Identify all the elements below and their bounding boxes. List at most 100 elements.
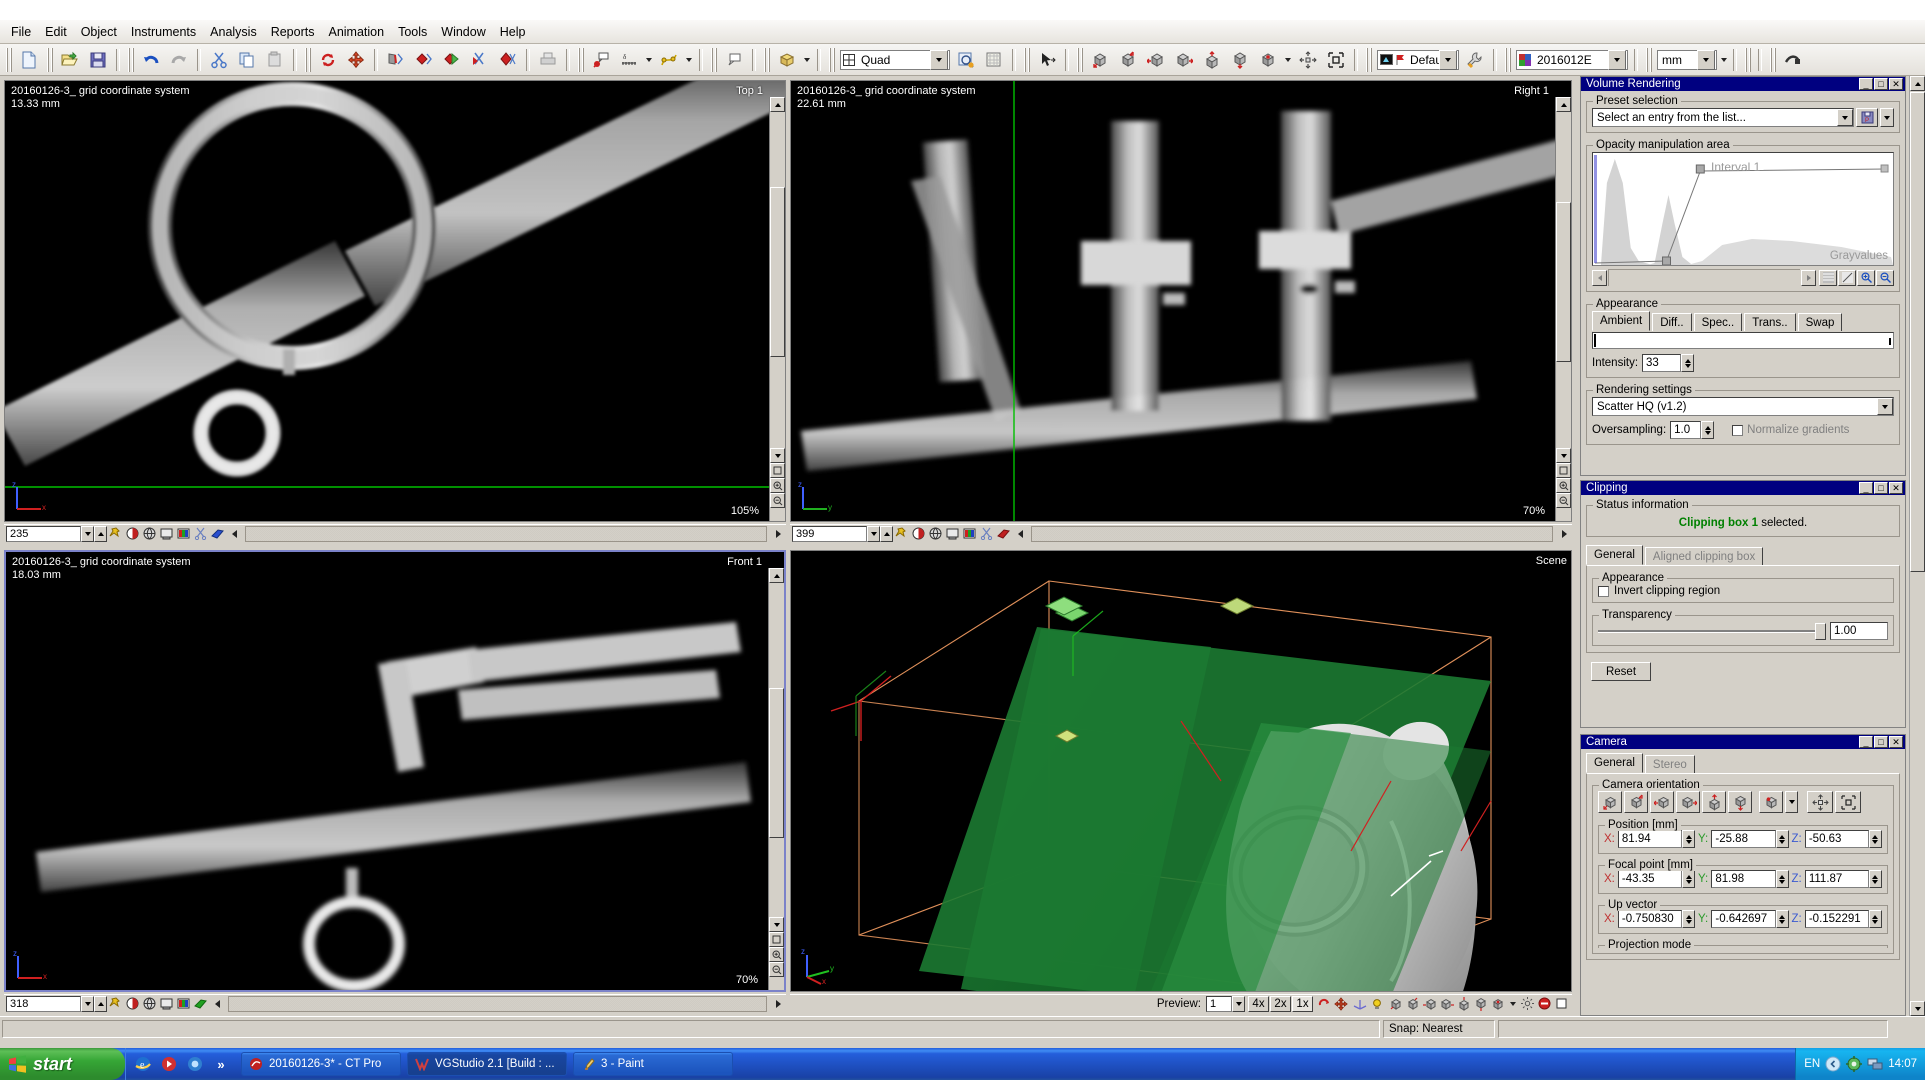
render-preset-arrow[interactable] [1439,50,1457,70]
viewport-right1-colormap-icon[interactable] [962,526,977,541]
preview-spin-down[interactable] [1232,996,1245,1012]
clipping-maximize-button[interactable]: □ [1874,482,1888,494]
layout-combo-arrow[interactable] [930,50,948,70]
menu-object[interactable]: Object [74,22,124,42]
toolbar-grip-11[interactable] [1365,48,1372,72]
camera-view-top-icon[interactable] [1702,791,1726,813]
viewport-front1-fit-button[interactable] [769,932,784,947]
histogram-scroll-left[interactable] [1592,270,1607,286]
viewport-right1-slice-up[interactable] [880,526,893,542]
ambient-left-handle[interactable] [1594,334,1596,347]
quality-1x-button[interactable]: 1x [1292,996,1313,1012]
measure-distance-icon[interactable]: δ [616,47,642,73]
view-cube-right-icon[interactable] [1171,47,1197,73]
viewport-right1-hscroll-right[interactable] [1556,526,1571,541]
toolbar-grip-3[interactable] [127,48,134,72]
viewport-right1-scroll-down[interactable] [1556,448,1571,463]
clipping-reset-button[interactable]: Reset [1591,662,1651,681]
copy-icon[interactable] [234,47,260,73]
camera-view-right-icon[interactable] [1676,791,1700,813]
grid-icon[interactable] [981,47,1007,73]
scene-view-left-icon[interactable] [1422,996,1437,1011]
viewport-front1-slice-input[interactable]: 318 [6,996,81,1012]
position-y-value[interactable]: -25.88 [1711,830,1775,848]
menu-file[interactable]: File [4,22,38,42]
viewport-top1-pin-icon[interactable] [108,526,123,541]
scene-view-iso-icon[interactable] [1490,996,1505,1011]
scene-axes-icon[interactable] [1352,996,1367,1011]
rendering-mode-arrow[interactable] [1877,398,1893,415]
camera-maximize-button[interactable]: □ [1874,736,1888,748]
viewport-top1-contrast-icon[interactable] [125,526,140,541]
unit-extra-arrow[interactable] [1719,47,1729,73]
layout-combo[interactable]: Quad [840,50,950,70]
viewport-right1-slice-input[interactable]: 399 [792,526,867,542]
ambient-gradient-bar[interactable] [1592,332,1894,349]
menu-window[interactable]: Window [434,22,492,42]
preset-selection-combo[interactable]: Select an entry from the list... [1592,108,1854,127]
focal-y-spinbox[interactable]: 81.98 [1711,870,1788,888]
viewport-top1-scroll-up[interactable] [770,97,785,112]
viewport-right1-canvas[interactable] [791,81,1571,521]
scene-settings-icon[interactable] [1520,996,1535,1011]
toolbar-grip-2[interactable] [46,48,53,72]
volume-rendering-titlebar[interactable]: Volume Rendering _ □ ✕ [1581,77,1905,91]
menu-edit[interactable]: Edit [38,22,74,42]
toolbar-grip-13[interactable] [1645,48,1652,72]
oversampling-arrows[interactable] [1701,421,1714,439]
tab-transparency[interactable]: Trans.. [1744,313,1795,331]
toolbar-grip-12[interactable] [1504,48,1511,72]
fit-center-icon[interactable] [1295,47,1321,73]
histogram-zoom-in-button[interactable] [1857,270,1875,286]
tab-aligned-clipping-box[interactable]: Aligned clipping box [1645,547,1763,565]
preset-selection-arrow[interactable] [1837,109,1853,126]
dataset-combo-arrow[interactable] [1608,50,1626,70]
taskbar-item-paint[interactable]: 3 - Paint [573,1052,733,1076]
camera-close-button[interactable]: ✕ [1889,736,1903,748]
undo-icon[interactable] [138,47,164,73]
preview-value-input[interactable]: 1 [1206,996,1232,1012]
volume-rendering-maximize-button[interactable]: □ [1874,78,1888,90]
scene-view-dropdown-arrow[interactable] [1507,996,1518,1011]
preset-menu-arrow[interactable] [1880,108,1894,127]
viewport-top1-clipplane-icon[interactable] [210,526,225,541]
camera-view-dropdown-arrow[interactable] [1785,791,1798,813]
normalize-gradients-checkbox[interactable] [1732,425,1743,436]
viewport-top1-canvas[interactable] [5,81,785,521]
viewport-right1-scroll-thumb[interactable] [1556,202,1571,362]
scene-pan-icon[interactable] [1333,996,1348,1011]
transparency-slider[interactable] [1598,622,1826,640]
viewport-front1-scroll-up[interactable] [769,568,784,583]
toolbar-grip-6[interactable] [710,48,717,72]
scissors-red2-icon[interactable] [495,47,521,73]
view-cube-top-icon[interactable] [1199,47,1225,73]
viewport-top1-zoom-out-button[interactable] [770,493,785,508]
viewport-front1-zoom-in-button[interactable] [769,947,784,962]
position-x-spinbox[interactable]: 81.94 [1618,830,1695,848]
up-x-value[interactable]: -0.750830 [1618,910,1682,928]
scene-view-right-icon[interactable] [1439,996,1454,1011]
browser-icon[interactable] [184,1053,206,1075]
intensity-value[interactable]: 33 [1642,354,1681,372]
viewport-front1-zoom-out-button[interactable] [769,962,784,977]
toolbar-grip-15[interactable] [1769,48,1776,72]
scene-lighting-icon[interactable] [1369,996,1384,1011]
toolbar-grip-4[interactable] [304,48,311,72]
viewport-front1-scroll-down[interactable] [769,917,784,932]
camera-fit-window-icon[interactable] [1835,791,1861,813]
viewport-top1-globe-icon[interactable] [142,526,157,541]
camera-minimize-button[interactable]: _ [1859,736,1873,748]
scissors-red-icon[interactable] [467,47,493,73]
viewport-right1-slice-down[interactable] [867,526,880,542]
menu-tools[interactable]: Tools [391,22,434,42]
viewport-right1-scissors-icon[interactable] [979,526,994,541]
wrench-icon[interactable] [1462,47,1488,73]
clipping-titlebar[interactable]: Clipping _ □ ✕ [1581,481,1905,495]
viewport-front1-hscroll-right[interactable] [770,996,785,1011]
tab-clipping-general[interactable]: General [1586,545,1643,565]
scene-rotate-icon[interactable] [1316,996,1331,1011]
camera-titlebar[interactable]: Camera _ □ ✕ [1581,735,1905,749]
chevron-more-icon[interactable]: » [210,1053,232,1075]
surface-cut-icon[interactable] [383,47,409,73]
up-y-spinbox[interactable]: -0.642697 [1711,910,1788,928]
